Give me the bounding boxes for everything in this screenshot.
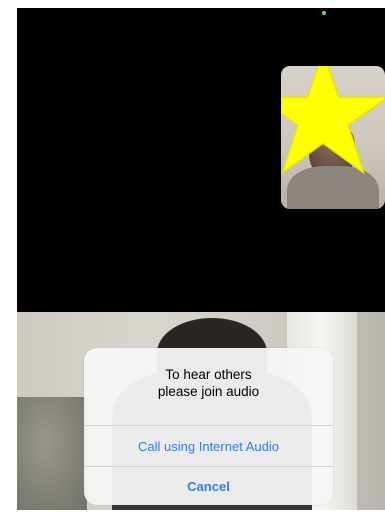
cancel-button[interactable]: Cancel xyxy=(84,467,333,505)
background-tree xyxy=(17,397,87,510)
remote-video xyxy=(17,8,385,312)
camera-indicator xyxy=(322,11,326,15)
star-icon xyxy=(281,66,385,175)
internet-audio-button[interactable]: Call using Internet Audio xyxy=(84,426,333,466)
dialog-title: To hear others please join audio xyxy=(157,367,260,399)
join-audio-dialog: To hear others please join audio Call us… xyxy=(84,348,333,505)
meeting-screen: To hear others please join audio Call us… xyxy=(17,8,385,510)
self-view-thumbnail[interactable] xyxy=(281,66,385,209)
